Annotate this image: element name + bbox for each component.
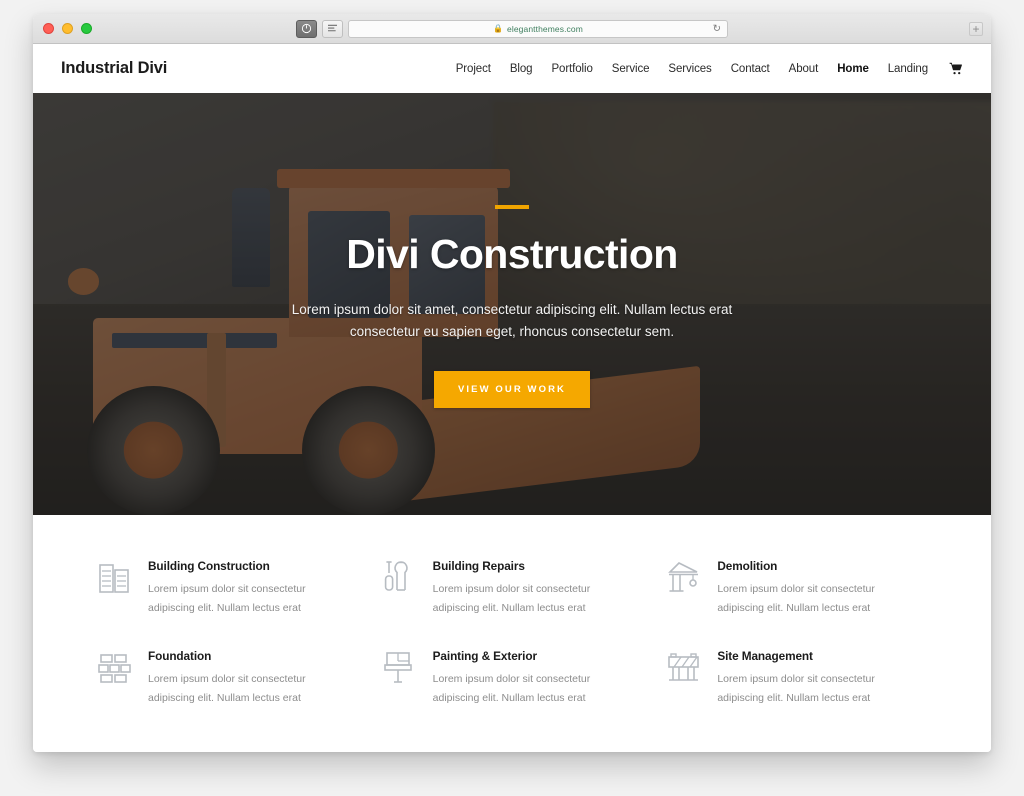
reader-view-icon[interactable] (322, 19, 343, 38)
browser-window: 🔒 elegantthemes.com ↻ + Industrial Divi … (33, 14, 991, 752)
feature-item[interactable]: Building Construction Lorem ipsum dolor … (97, 557, 358, 617)
tools-wrench-screwdriver-icon (382, 557, 418, 597)
hero-subtitle: Lorem ipsum dolor sit amet, consectetur … (291, 302, 733, 339)
site-logo[interactable]: Industrial Divi (61, 59, 167, 78)
nav-item-about[interactable]: About (789, 63, 819, 75)
browser-titlebar: 🔒 elegantthemes.com ↻ + (33, 14, 991, 44)
features-section: Building Construction Lorem ipsum dolor … (33, 515, 991, 752)
feature-item[interactable]: Building Repairs Lorem ipsum dolor sit c… (382, 557, 643, 617)
road-barrier-icon (666, 647, 702, 687)
buildings-icon (97, 557, 133, 597)
feature-description: Lorem ipsum dolor sit consectetur adipis… (717, 583, 875, 614)
nav-item-portfolio[interactable]: Portfolio (551, 63, 592, 75)
main-navigation: Project Blog Portfolio Service Services … (456, 62, 963, 75)
nav-item-blog[interactable]: Blog (510, 63, 533, 75)
new-tab-button[interactable]: + (969, 21, 983, 36)
feature-item[interactable]: Painting & Exterior Lorem ipsum dolor si… (382, 647, 643, 707)
view-our-work-button[interactable]: VIEW OUR WORK (433, 370, 591, 408)
hero-section: Divi Construction Lorem ipsum dolor sit … (33, 93, 991, 515)
feature-item[interactable]: Foundation Lorem ipsum dolor sit consect… (97, 647, 358, 707)
feature-title: Foundation (148, 649, 212, 664)
maximize-window-button[interactable] (81, 23, 92, 34)
feature-title: Site Management (717, 649, 813, 664)
bricks-icon (97, 647, 133, 687)
url-text: elegantthemes.com (507, 23, 583, 34)
feature-title: Building Repairs (432, 559, 525, 573)
paint-brush-icon (382, 647, 418, 687)
nav-item-landing[interactable]: Landing (888, 63, 928, 75)
features-grid: Building Construction Lorem ipsum dolor … (97, 557, 927, 708)
feature-title: Painting & Exterior (432, 649, 537, 664)
hero-accent-bar (495, 205, 529, 209)
hero-title: Divi Construction (346, 231, 678, 277)
url-bar[interactable]: 🔒 elegantthemes.com ↻ (348, 19, 728, 38)
minimize-window-button[interactable] (62, 23, 73, 34)
nav-item-contact[interactable]: Contact (731, 63, 770, 75)
browser-toolbar: 🔒 elegantthemes.com ↻ (296, 19, 728, 38)
crane-icon (666, 557, 702, 597)
reload-icon[interactable]: ↻ (713, 23, 721, 34)
close-window-button[interactable] (43, 23, 54, 34)
nav-item-services[interactable]: Services (668, 63, 711, 75)
feature-title: Demolition (717, 559, 778, 573)
privacy-shield-icon[interactable] (296, 19, 317, 38)
site-header: Industrial Divi Project Blog Portfolio S… (33, 44, 991, 93)
feature-description: Lorem ipsum dolor sit consectetur adipis… (148, 673, 306, 705)
window-controls (33, 23, 92, 34)
feature-item[interactable]: Demolition Lorem ipsum dolor sit consect… (666, 557, 927, 617)
hero-content: Divi Construction Lorem ipsum dolor sit … (33, 93, 991, 515)
feature-description: Lorem ipsum dolor sit consectetur adipis… (432, 583, 591, 614)
feature-description: Lorem ipsum dolor sit consectetur adipis… (148, 583, 306, 614)
feature-title: Building Construction (148, 559, 270, 573)
nav-item-service[interactable]: Service (612, 63, 650, 75)
shopping-cart-icon[interactable] (949, 62, 963, 75)
nav-item-project[interactable]: Project (456, 63, 491, 75)
feature-item[interactable]: Site Management Lorem ipsum dolor sit co… (666, 647, 927, 707)
feature-description: Lorem ipsum dolor sit consectetur adipis… (717, 673, 875, 705)
nav-item-home[interactable]: Home (837, 63, 869, 75)
feature-description: Lorem ipsum dolor sit consectetur adipis… (432, 673, 591, 705)
padlock-icon: 🔒 (493, 23, 504, 33)
